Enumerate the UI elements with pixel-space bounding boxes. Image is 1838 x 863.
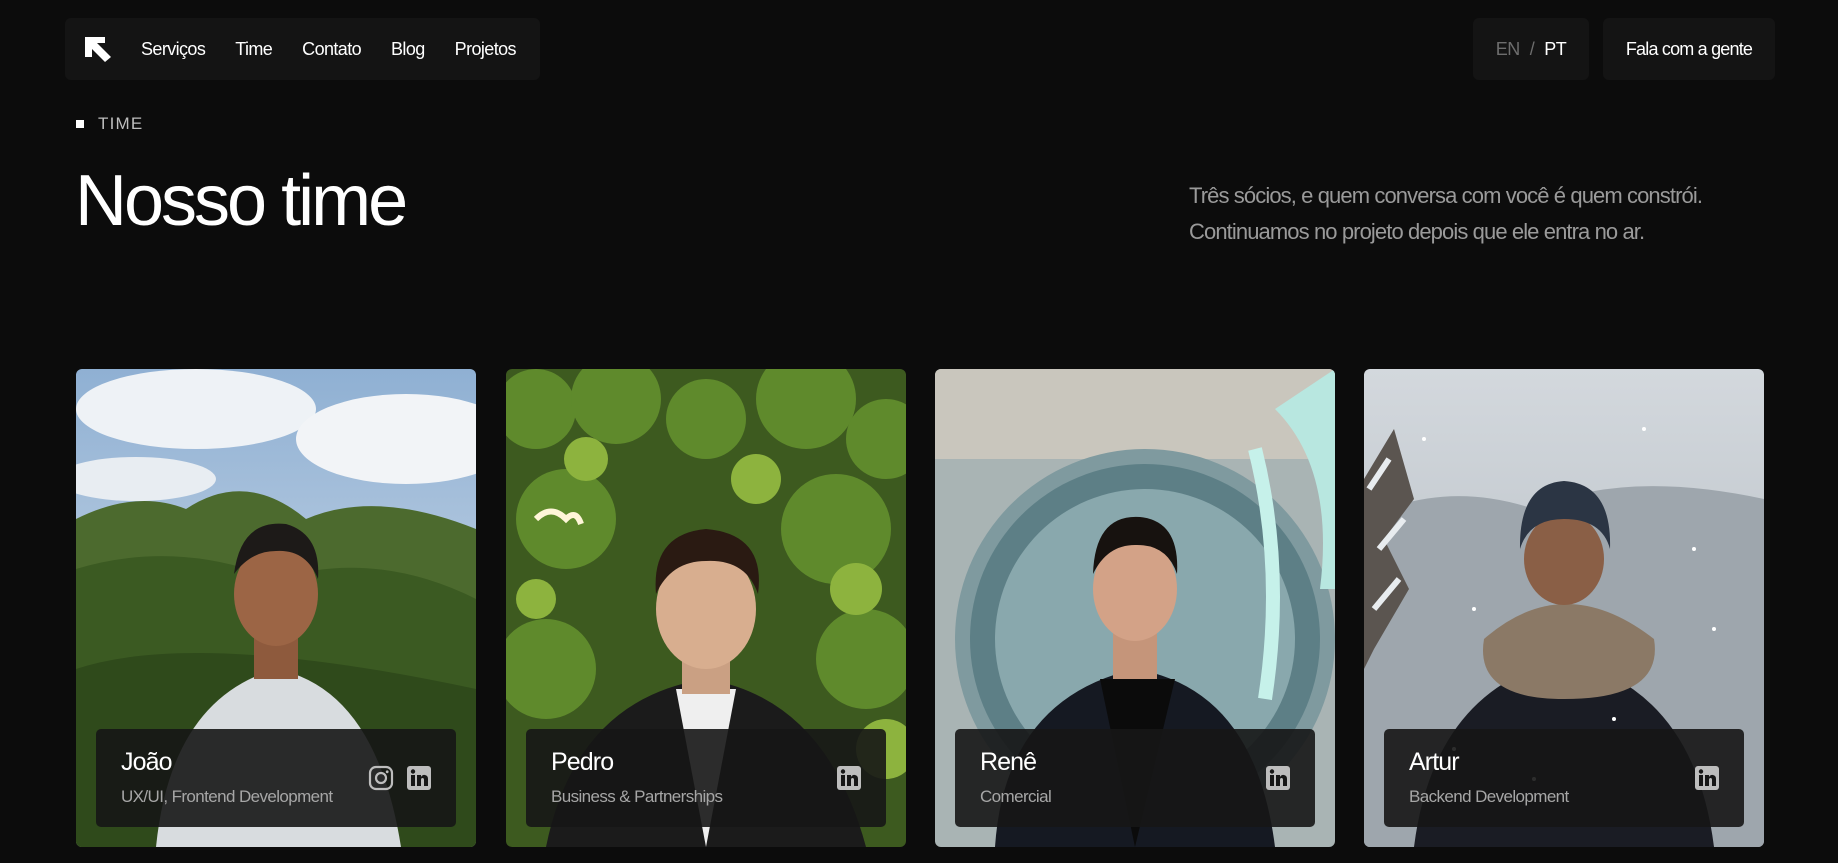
team-info-panel: Artur Backend Development	[1384, 729, 1744, 827]
team-member-name: Pedro	[551, 748, 614, 776]
nav-link-projetos[interactable]: Projetos	[455, 39, 517, 60]
nav-link-servicos[interactable]: Serviços	[141, 39, 206, 60]
team-card: João UX/UI, Frontend Development	[76, 369, 476, 847]
team-member-name: Renê	[980, 748, 1037, 776]
eyebrow-square-icon	[76, 120, 84, 128]
team-card: Pedro Business & Partnerships	[506, 369, 906, 847]
linkedin-icon[interactable]	[1265, 765, 1291, 791]
contact-cta-button[interactable]: Fala com a gente	[1603, 18, 1775, 80]
team-card: Artur Backend Development	[1364, 369, 1764, 847]
lang-pt-option[interactable]: PT	[1544, 39, 1567, 60]
logo-icon[interactable]	[83, 35, 113, 63]
social-links	[1265, 765, 1291, 791]
nav-link-time[interactable]: Time	[235, 39, 273, 60]
team-member-name: Artur	[1409, 748, 1460, 776]
main-nav: Serviços Time Contato Blog Projetos	[65, 18, 540, 80]
social-links	[836, 765, 862, 791]
team-info-panel: Renê Comercial	[955, 729, 1315, 827]
team-card: Renê Comercial	[935, 369, 1335, 847]
intro-line-2: Continuamos no projeto depois que ele en…	[1189, 219, 1645, 244]
instagram-icon[interactable]	[368, 765, 394, 791]
team-member-role: Business & Partnerships	[551, 786, 723, 806]
social-links	[368, 765, 432, 791]
team-member-role: Comercial	[980, 786, 1052, 806]
language-switcher: EN / PT	[1473, 18, 1589, 80]
social-links	[1694, 765, 1720, 791]
linkedin-icon[interactable]	[836, 765, 862, 791]
nav-link-contato[interactable]: Contato	[302, 39, 361, 60]
lang-en-option[interactable]: EN	[1496, 39, 1521, 60]
team-info-panel: Pedro Business & Partnerships	[526, 729, 886, 827]
nav-link-blog[interactable]: Blog	[391, 39, 425, 60]
linkedin-icon[interactable]	[406, 765, 432, 791]
team-info-panel: João UX/UI, Frontend Development	[96, 729, 456, 827]
section-intro: Três sócios, e quem conversa com você é …	[1189, 178, 1749, 250]
page-title: Nosso time	[75, 161, 408, 241]
team-member-role: Backend Development	[1409, 786, 1569, 806]
intro-line-1: Três sócios, e quem conversa com você é …	[1189, 183, 1703, 208]
eyebrow-label: TIME	[98, 114, 144, 133]
section-eyebrow: TIME	[76, 114, 143, 134]
nav-links: Serviços Time Contato Blog Projetos	[141, 39, 517, 60]
lang-separator: /	[1529, 38, 1535, 59]
linkedin-icon[interactable]	[1694, 765, 1720, 791]
